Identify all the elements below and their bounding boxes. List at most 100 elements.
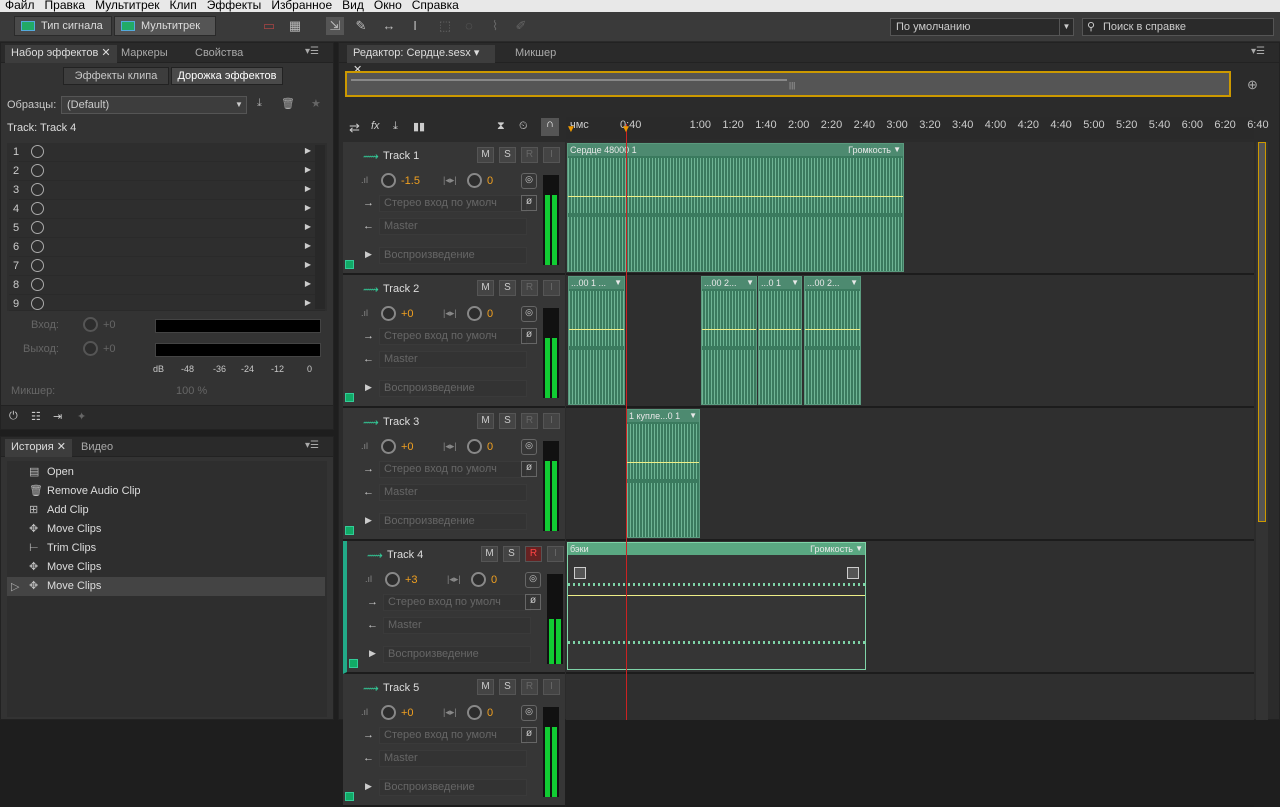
- volume-envelope[interactable]: [568, 595, 865, 596]
- power-icon[interactable]: [31, 278, 44, 291]
- history-item[interactable]: ⊞ Add Clip: [7, 501, 325, 520]
- play-arrow-icon[interactable]: ▶: [305, 279, 311, 288]
- track-select-checkbox[interactable]: [349, 659, 358, 668]
- save-preset-icon[interactable]: ⤓: [257, 97, 262, 110]
- waveform-button[interactable]: Тип сигнала: [14, 16, 112, 36]
- volume-envelope[interactable]: [569, 329, 624, 330]
- monitor-input-button[interactable]: I: [543, 679, 560, 695]
- chevron-down-icon[interactable]: ▼: [614, 277, 622, 289]
- spectral-icon[interactable]: ▦: [286, 17, 304, 35]
- monitor-input-button[interactable]: I: [543, 280, 560, 296]
- workspace-select[interactable]: По умолчанию ▼: [890, 18, 1074, 36]
- clip-track2-d[interactable]: ...00 2... ▼: [804, 276, 861, 405]
- power-icon[interactable]: [31, 202, 44, 215]
- track-select-checkbox[interactable]: [345, 260, 354, 269]
- record-arm-button[interactable]: R: [521, 413, 538, 429]
- menu-help[interactable]: Справка: [407, 0, 464, 11]
- track-header[interactable]: ⟿ Track 2 M S R I .ıl +0 |◂▸| 0 ◎ → Стер…: [343, 275, 565, 408]
- solo-button[interactable]: S: [499, 679, 516, 695]
- output-select[interactable]: Master: [379, 484, 527, 501]
- play-arrow-icon[interactable]: ▶: [305, 241, 311, 250]
- pan-value[interactable]: 0: [487, 441, 493, 453]
- overview-bar[interactable]: |||: [345, 71, 1231, 97]
- razor-tool-icon[interactable]: ✎: [352, 17, 370, 35]
- power-all-icon[interactable]: ⏻: [9, 410, 18, 423]
- lasso-icon[interactable]: ◌: [460, 17, 478, 35]
- overview-handle-icon[interactable]: |||: [789, 81, 795, 90]
- play-arrow-icon[interactable]: ▶: [305, 184, 311, 193]
- volume-envelope[interactable]: [627, 462, 699, 463]
- stereo-icon[interactable]: ◎: [521, 439, 537, 455]
- mute-button[interactable]: M: [477, 413, 494, 429]
- output-select[interactable]: Master: [379, 750, 527, 767]
- input-select[interactable]: Стерео вход по умолч: [379, 328, 527, 345]
- play-arrow-icon[interactable]: ▶: [305, 260, 311, 269]
- automation-select[interactable]: Воспроизведение: [379, 380, 527, 397]
- track-header[interactable]: ⟿ Track 5 M S R I .ıl +0 |◂▸| 0 ◎ → Стер…: [343, 674, 565, 807]
- effect-slot[interactable]: 1 ▶: [9, 143, 325, 162]
- tab-markers[interactable]: Маркеры: [115, 45, 174, 63]
- chevron-down-icon[interactable]: ▼: [850, 277, 858, 289]
- power-icon[interactable]: [31, 240, 44, 253]
- zoom-icon[interactable]: ⊕: [1247, 77, 1258, 93]
- input-select[interactable]: Стерео вход по умолч: [379, 461, 527, 478]
- power-icon[interactable]: [31, 145, 44, 158]
- play-arrow-icon[interactable]: ▶: [305, 298, 311, 307]
- brush-icon[interactable]: ⌇: [486, 17, 504, 35]
- track-name[interactable]: Track 5: [383, 682, 419, 694]
- effect-slot[interactable]: 6 ▶: [9, 238, 325, 257]
- output-knob[interactable]: [83, 341, 98, 356]
- phase-invert-icon[interactable]: ø: [521, 195, 537, 211]
- record-arm-button[interactable]: R: [525, 546, 542, 562]
- volume-knob[interactable]: [381, 439, 396, 454]
- close-icon[interactable]: ✕: [101, 47, 110, 59]
- output-select[interactable]: Master: [379, 218, 527, 235]
- mute-button[interactable]: M: [477, 147, 494, 163]
- tab-properties[interactable]: Свойства: [189, 45, 249, 63]
- expand-arrow-icon[interactable]: ▶: [369, 648, 376, 659]
- record-arm-button[interactable]: R: [521, 679, 538, 695]
- pan-knob[interactable]: [467, 173, 482, 188]
- stereo-icon[interactable]: ◎: [521, 173, 537, 189]
- pan-value[interactable]: 0: [487, 707, 493, 719]
- menu-file[interactable]: Файл: [0, 0, 40, 11]
- eq-icon[interactable]: ▮▮: [413, 120, 425, 133]
- tab-menu-icon[interactable]: ▾: [474, 47, 480, 59]
- automation-select[interactable]: Воспроизведение: [383, 646, 531, 663]
- pan-value[interactable]: 0: [491, 574, 497, 586]
- history-item-current[interactable]: ▷ ✥ Move Clips: [7, 577, 325, 596]
- phase-invert-icon[interactable]: ø: [525, 594, 541, 610]
- tab-video[interactable]: Видео: [75, 439, 119, 457]
- record-arm-button[interactable]: R: [521, 147, 538, 163]
- monitor-input-button[interactable]: I: [543, 413, 560, 429]
- pan-knob[interactable]: [467, 306, 482, 321]
- scroll-thumb[interactable]: [1258, 142, 1266, 522]
- tab-mixer[interactable]: Микшер: [509, 45, 562, 63]
- sends-icon[interactable]: ⤓: [393, 120, 398, 133]
- stereo-icon[interactable]: ◎: [525, 572, 541, 588]
- track-name[interactable]: Track 2: [383, 283, 419, 295]
- pan-knob[interactable]: [467, 705, 482, 720]
- input-select[interactable]: Стерео вход по умолч: [379, 727, 527, 744]
- volume-value[interactable]: +0: [401, 308, 414, 320]
- phase-invert-icon[interactable]: ø: [521, 328, 537, 344]
- volume-envelope[interactable]: [702, 329, 756, 330]
- record-view-icon[interactable]: ▭: [260, 17, 278, 35]
- input-select[interactable]: Стерео вход по умолч: [383, 594, 531, 611]
- effect-slot[interactable]: 7 ▶: [9, 257, 325, 276]
- effect-slot[interactable]: 3 ▶: [9, 181, 325, 200]
- chevron-down-icon[interactable]: ▼: [746, 277, 754, 289]
- star-icon[interactable]: ★: [311, 97, 321, 110]
- menu-edit[interactable]: Правка: [40, 0, 91, 11]
- menu-window[interactable]: Окно: [369, 0, 407, 11]
- play-arrow-icon[interactable]: ▶: [305, 203, 311, 212]
- history-item[interactable]: ⊢ Trim Clips: [7, 539, 325, 558]
- clip-track2-b[interactable]: ...00 2... ▼: [701, 276, 757, 405]
- power-icon[interactable]: [31, 259, 44, 272]
- insert-effect-icon[interactable]: ⇥: [53, 410, 62, 423]
- input-knob[interactable]: [83, 317, 98, 332]
- favorite-icon[interactable]: ✦: [77, 410, 86, 423]
- play-arrow-icon[interactable]: ▶: [305, 165, 311, 174]
- volume-envelope[interactable]: [805, 329, 860, 330]
- start-marker-icon[interactable]: ▼: [566, 124, 576, 135]
